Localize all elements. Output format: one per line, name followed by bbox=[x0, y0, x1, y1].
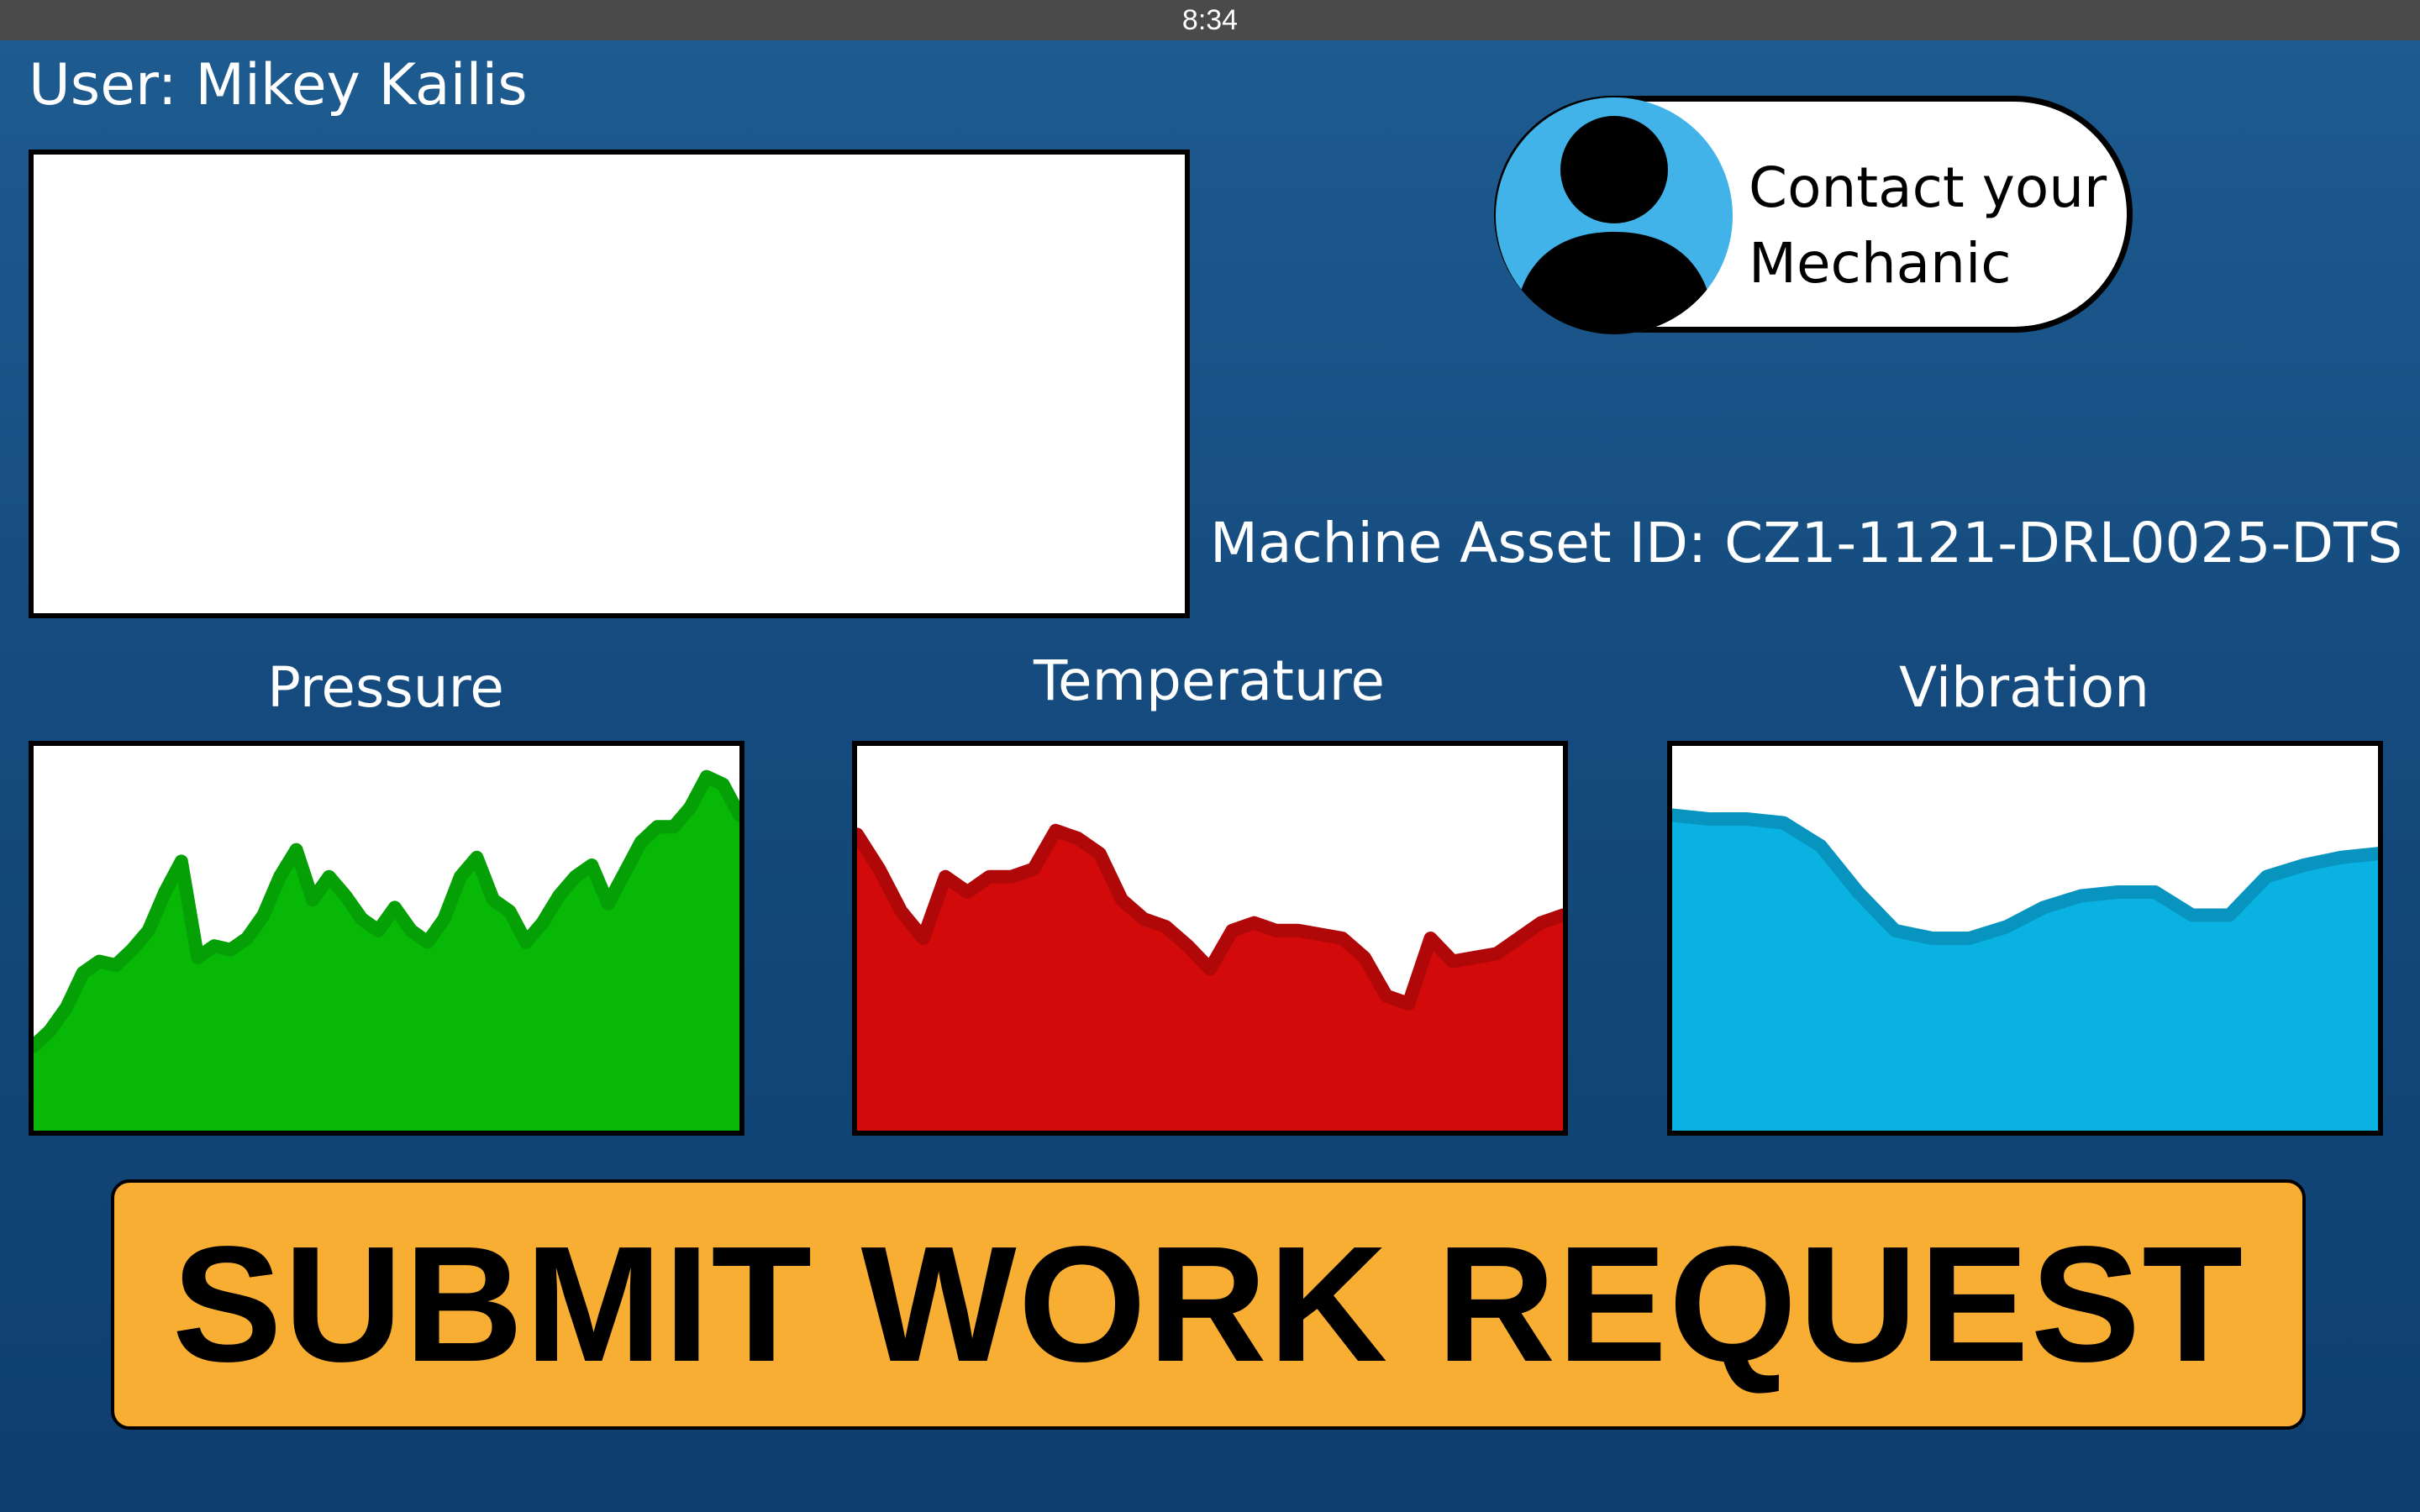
status-bar: 8:34 bbox=[0, 0, 2420, 40]
vibration-chart bbox=[1667, 741, 2383, 1136]
contact-line-2: Mechanic bbox=[1749, 231, 2012, 296]
temperature-area bbox=[857, 830, 1563, 1131]
person-icon bbox=[1496, 97, 1733, 334]
vibration-chart-title: Vibration bbox=[1899, 655, 2149, 720]
pressure-chart bbox=[29, 741, 744, 1136]
contact-text: Contact your Mechanic bbox=[1749, 150, 2107, 302]
contact-mechanic-button[interactable]: Contact your Mechanic bbox=[1494, 96, 2133, 334]
vibration-area bbox=[1672, 815, 2378, 1131]
pressure-chart-title: Pressure bbox=[267, 655, 504, 720]
pressure-area bbox=[34, 776, 739, 1131]
submit-work-request-button[interactable]: SUBMIT WORK REQUEST bbox=[111, 1179, 2306, 1430]
machine-asset-id: Machine Asset ID: CZ1-1121-DRL0025-DTS bbox=[1210, 511, 2403, 575]
user-name-label: User: Mikey Kailis bbox=[29, 52, 528, 118]
machine-image-panel bbox=[29, 150, 1190, 618]
status-time: 8:34 bbox=[1181, 4, 1239, 36]
temperature-chart-title: Temperature bbox=[1033, 648, 1386, 713]
temperature-chart bbox=[852, 741, 1568, 1136]
contact-line-1: Contact your bbox=[1749, 155, 2107, 220]
